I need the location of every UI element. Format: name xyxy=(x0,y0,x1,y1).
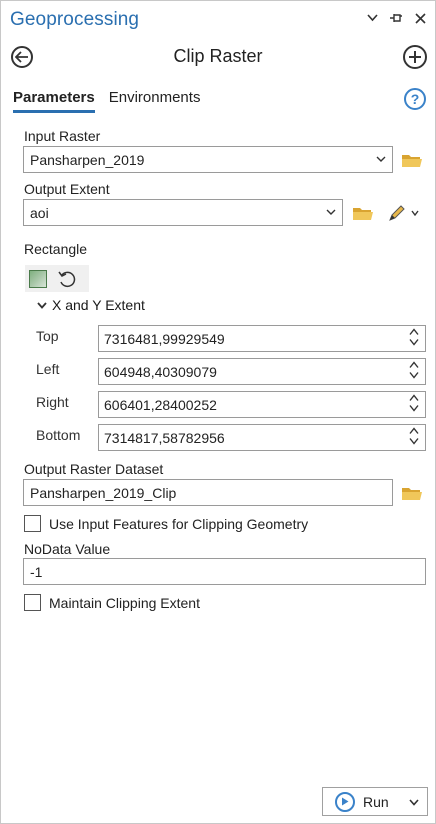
chevron-up-icon[interactable] xyxy=(409,394,419,402)
output-dataset-value: Pansharpen_2019_Clip xyxy=(30,484,177,501)
folder-icon[interactable] xyxy=(401,485,423,501)
plus-icon xyxy=(409,51,421,63)
sketch-tool-button[interactable] xyxy=(387,203,419,223)
output-extent-dropdown[interactable]: aoi xyxy=(23,199,343,226)
nodata-input[interactable]: -1 xyxy=(23,558,426,585)
pencil-icon xyxy=(389,205,405,221)
input-raster-value: Pansharpen_2019 xyxy=(30,151,145,168)
rectangle-tools xyxy=(25,265,89,292)
add-button[interactable] xyxy=(403,45,427,69)
close-icon[interactable] xyxy=(413,11,427,25)
output-dataset-input[interactable]: Pansharpen_2019_Clip xyxy=(23,479,393,506)
output-dataset-label: Output Raster Dataset xyxy=(24,461,164,477)
chevron-down-icon[interactable] xyxy=(409,404,419,412)
right-value: 606401,28400252 xyxy=(104,396,217,413)
chevron-down-icon xyxy=(411,210,419,216)
nodata-value: -1 xyxy=(30,563,43,580)
coord-label-top: Top xyxy=(36,328,59,344)
spinner[interactable] xyxy=(409,427,419,445)
maintain-extent-label: Maintain Clipping Extent xyxy=(49,594,200,611)
pane-titlebar: Geoprocessing xyxy=(1,1,435,39)
reset-icon[interactable] xyxy=(57,270,77,288)
chevron-down-icon[interactable] xyxy=(409,371,419,379)
tool-tabs: Parameters Environments xyxy=(13,89,200,113)
geoprocessing-pane: Geoprocessing Clip Raster Parameters Env… xyxy=(0,0,436,824)
use-input-features-checkbox[interactable] xyxy=(24,515,41,532)
top-value: 7316481,99929549 xyxy=(104,330,225,347)
tab-environments[interactable]: Environments xyxy=(109,89,201,113)
bottom-value: 7314817,58782956 xyxy=(104,429,225,446)
rectangle-label: Rectangle xyxy=(24,241,88,257)
bottom-input[interactable]: 7314817,58782956 xyxy=(98,424,426,451)
right-input[interactable]: 606401,28400252 xyxy=(98,391,426,418)
use-input-features-label: Use Input Features for Clipping Geometry xyxy=(49,515,309,532)
spinner[interactable] xyxy=(409,394,419,412)
output-extent-label: Output Extent xyxy=(24,181,110,197)
run-button[interactable]: Run xyxy=(322,787,428,816)
input-raster-label: Input Raster xyxy=(24,128,101,144)
chevron-up-icon[interactable] xyxy=(409,328,419,336)
nodata-label: NoData Value xyxy=(24,541,111,557)
folder-icon[interactable] xyxy=(401,152,423,168)
chevron-down-icon[interactable] xyxy=(409,338,419,346)
chevron-down-icon xyxy=(326,209,336,215)
use-input-features-row[interactable]: Use Input Features for Clipping Geometry xyxy=(24,515,308,532)
help-icon[interactable]: ? xyxy=(404,88,426,110)
chevron-down-icon xyxy=(37,301,47,309)
tool-header: Clip Raster xyxy=(1,41,435,75)
maintain-extent-checkbox[interactable] xyxy=(24,594,41,611)
chevron-down-icon[interactable] xyxy=(409,437,419,445)
coord-label-left: Left xyxy=(36,361,60,377)
left-input[interactable]: 604948,40309079 xyxy=(98,358,426,385)
input-raster-dropdown[interactable]: Pansharpen_2019 xyxy=(23,146,393,173)
chevron-down-icon[interactable] xyxy=(409,799,419,806)
map-extent-icon[interactable] xyxy=(29,269,47,288)
output-extent-value: aoi xyxy=(30,204,49,221)
top-input[interactable]: 7316481,99929549 xyxy=(98,325,426,352)
spinner[interactable] xyxy=(409,361,419,379)
chevron-up-icon[interactable] xyxy=(409,361,419,369)
folder-icon[interactable] xyxy=(352,205,374,221)
coord-label-right: Right xyxy=(36,394,69,410)
xy-extent-toggle[interactable]: X and Y Extent xyxy=(37,297,145,313)
pin-icon[interactable] xyxy=(389,11,403,25)
play-icon xyxy=(335,791,355,812)
spinner[interactable] xyxy=(409,328,419,346)
left-value: 604948,40309079 xyxy=(104,363,217,380)
tool-title: Clip Raster xyxy=(173,46,263,66)
pane-title: Geoprocessing xyxy=(10,9,140,30)
chevron-down-icon xyxy=(376,156,386,162)
maintain-extent-row[interactable]: Maintain Clipping Extent xyxy=(24,594,200,611)
xy-extent-label: X and Y Extent xyxy=(52,297,145,313)
tab-parameters[interactable]: Parameters xyxy=(13,89,95,113)
run-label: Run xyxy=(363,793,389,810)
chevron-up-icon[interactable] xyxy=(409,427,419,435)
coord-label-bottom: Bottom xyxy=(36,427,81,443)
chevron-down-icon[interactable] xyxy=(365,11,379,25)
